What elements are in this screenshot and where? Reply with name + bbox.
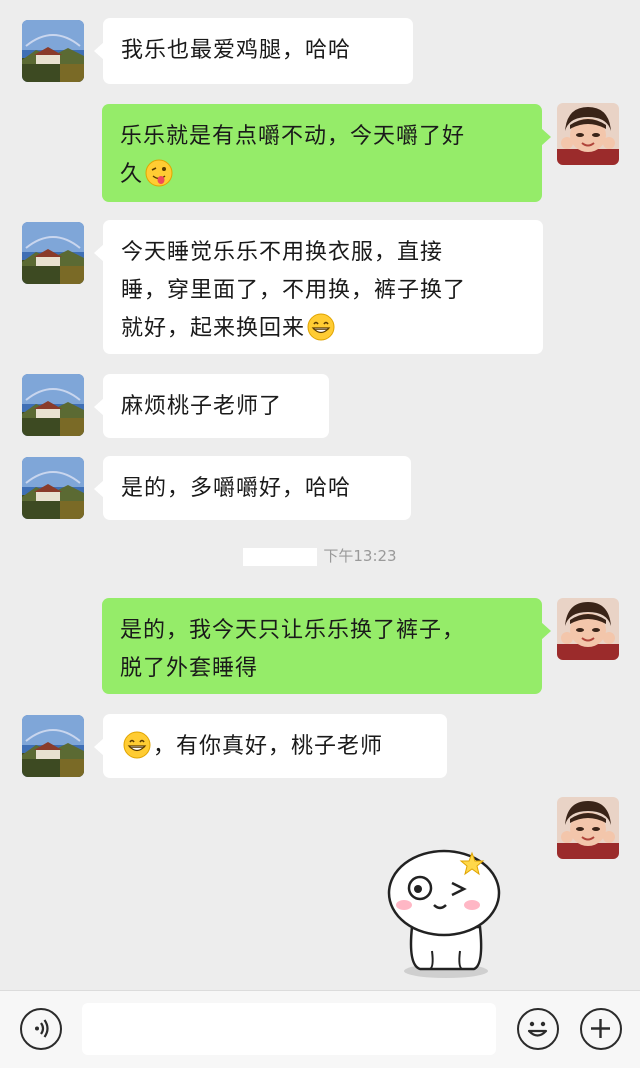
- message-text: 就好，起来换回来: [121, 316, 306, 341]
- tongue-wink-emoji: [145, 159, 173, 187]
- plus-icon[interactable]: [580, 1008, 622, 1050]
- message-text: 睡，穿里面了，不用换，裤子换了: [121, 278, 467, 303]
- landscape-avatar[interactable]: [22, 715, 84, 777]
- winking-bun-sticker[interactable]: [382, 843, 512, 983]
- message-bubble[interactable]: 今天睡觉乐乐不用换衣服，直接 睡，穿里面了，不用换，裤子换了 就好，起来换回来: [94, 220, 543, 354]
- message-text: 我乐也最爱鸡腿，哈哈: [121, 38, 352, 63]
- landscape-avatar[interactable]: [22, 374, 84, 436]
- emoji-icon[interactable]: [517, 1008, 559, 1050]
- timestamp-text: 下午13:23: [323, 547, 397, 565]
- message-bubble[interactable]: ，有你真好，桃子老师: [94, 714, 447, 778]
- message-text: 今天睡觉乐乐不用换衣服，直接: [121, 240, 444, 265]
- message-text: 乐乐就是有点嚼不动，今天嚼了好: [120, 124, 466, 149]
- landscape-avatar[interactable]: [22, 20, 84, 82]
- message-bubble[interactable]: 我乐也最爱鸡腿，哈哈: [94, 18, 413, 84]
- grin-emoji: [123, 731, 151, 759]
- voice-icon[interactable]: [20, 1008, 62, 1050]
- timestamp: 下午13:23: [0, 545, 640, 566]
- input-bar: [0, 990, 640, 1068]
- message-bubble[interactable]: 是的，多嚼嚼好，哈哈: [94, 456, 411, 520]
- redaction-mask: [243, 547, 318, 566]
- message-text: 脱了外套睡得: [120, 656, 259, 681]
- message-text: 久: [120, 162, 144, 187]
- child-avatar[interactable]: [557, 598, 619, 660]
- child-avatar[interactable]: [557, 103, 619, 165]
- message-text: 是的，多嚼嚼好，哈哈: [121, 476, 352, 501]
- message-bubble[interactable]: 乐乐就是有点嚼不动，今天嚼了好 久: [102, 104, 551, 202]
- message-text: ，有你真好，桃子老师: [153, 734, 384, 759]
- message-bubble[interactable]: 麻烦桃子老师了: [94, 374, 329, 438]
- message-input[interactable]: [82, 1003, 496, 1055]
- message-text: 是的，我今天只让乐乐换了裤子，: [120, 618, 466, 643]
- landscape-avatar[interactable]: [22, 457, 84, 519]
- grin-emoji: [307, 313, 335, 341]
- landscape-avatar[interactable]: [22, 222, 84, 284]
- message-bubble[interactable]: 是的，我今天只让乐乐换了裤子， 脱了外套睡得: [102, 598, 551, 694]
- message-text: 麻烦桃子老师了: [121, 394, 283, 419]
- child-avatar[interactable]: [557, 797, 619, 859]
- chat-area: 我乐也最爱鸡腿，哈哈 乐乐就是有点嚼不动，今天嚼了好 久 今天睡觉乐乐不用换衣服…: [0, 0, 640, 990]
